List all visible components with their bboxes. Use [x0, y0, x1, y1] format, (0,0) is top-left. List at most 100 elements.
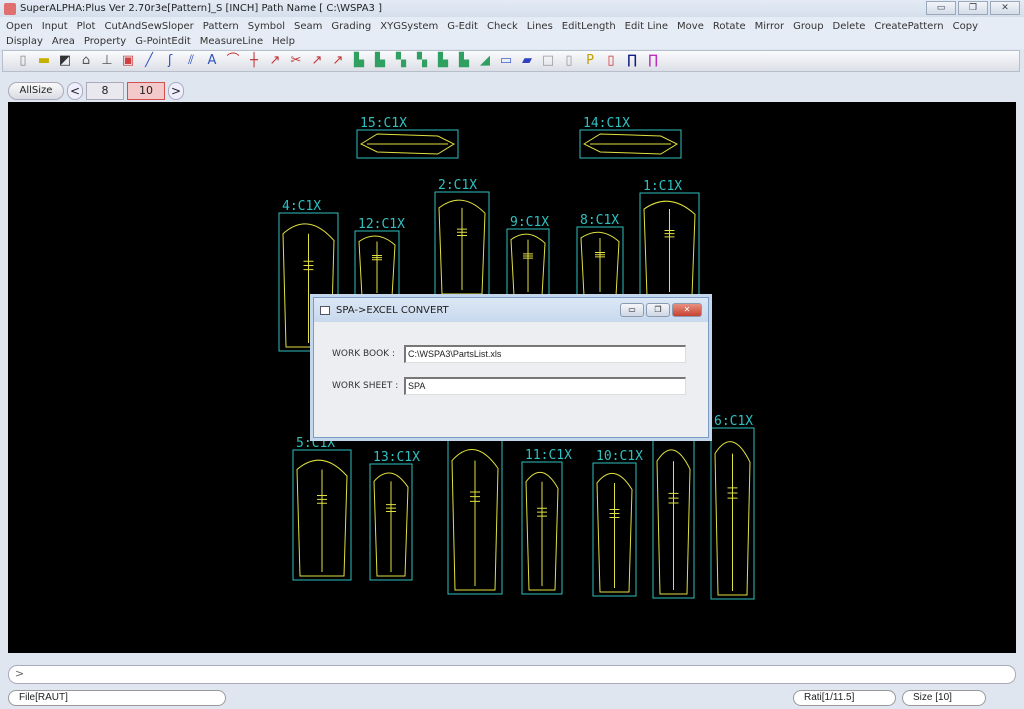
menu-display[interactable]: Display	[6, 34, 43, 49]
menu-edit-line[interactable]: Edit Line	[625, 19, 668, 34]
corner-icon[interactable]: ↗	[267, 53, 283, 69]
restore-button[interactable]: ❐	[958, 1, 988, 15]
pattern-piece[interactable]: 9:C1X	[506, 215, 550, 301]
excel-convert-dialog: SPA->EXCEL CONVERT ▭ ❐ ✕ WORK BOOK : C:\…	[313, 297, 709, 438]
menu-g-edit[interactable]: G-Edit	[447, 19, 478, 34]
menu-group[interactable]: Group	[793, 19, 823, 34]
line-icon[interactable]: ╱	[141, 53, 157, 69]
pattern-piece[interactable]	[447, 436, 503, 595]
menu-property[interactable]: Property	[84, 34, 126, 49]
menu-open[interactable]: Open	[6, 19, 33, 34]
arc-icon[interactable]: ⌒	[225, 53, 241, 69]
menu-measureline[interactable]: MeasureLine	[200, 34, 263, 49]
menu-editlength[interactable]: EditLength	[562, 19, 616, 34]
worksheet-input[interactable]: SPA	[404, 377, 686, 395]
menu-check[interactable]: Check	[487, 19, 518, 34]
plotter-icon[interactable]: ⌂	[78, 53, 94, 69]
pattern-piece[interactable]	[652, 436, 695, 599]
piece-5-icon[interactable]: ▙	[435, 53, 451, 69]
menu-input[interactable]: Input	[42, 19, 68, 34]
book-icon[interactable]: ▯	[561, 53, 577, 69]
pattern-piece[interactable]: 10:C1X	[592, 449, 643, 597]
piece-4-icon[interactable]: ▚	[414, 53, 430, 69]
status-file: File[RAUT]	[8, 690, 226, 706]
menu-mirror[interactable]: Mirror	[755, 19, 784, 34]
pac-icon[interactable]: P	[582, 53, 598, 69]
parallel-line-icon[interactable]: ⫽	[183, 53, 199, 69]
pattern-piece[interactable]: 8:C1X	[576, 213, 624, 301]
next-size-button[interactable]: >	[168, 82, 184, 100]
status-size: Size [10]	[902, 690, 986, 706]
eraser-icon[interactable]: ◢	[477, 53, 493, 69]
pattern-piece[interactable]: 15:C1X	[356, 116, 459, 159]
menu-xygsystem[interactable]: XYGSystem	[380, 19, 438, 34]
pattern-piece[interactable]: 2:C1X	[434, 178, 490, 299]
menu-rotate[interactable]: Rotate	[713, 19, 746, 34]
piece-icon[interactable]: ▙	[351, 53, 367, 69]
page-icon[interactable]: ▣	[120, 53, 136, 69]
pattern-piece[interactable]: 11:C1X	[521, 448, 572, 595]
pattern-piece[interactable]: 6:C1X	[710, 414, 755, 600]
pattern-outline-icon[interactable]: ∏	[624, 53, 640, 69]
grain-line	[386, 481, 396, 572]
grain-line	[609, 482, 620, 588]
window-icon[interactable]: ▭	[498, 53, 514, 69]
pattern-piece[interactable]: 14:C1X	[579, 116, 682, 159]
menu-move[interactable]: Move	[677, 19, 704, 34]
dialog-minimize-button[interactable]: ▭	[620, 303, 644, 317]
dialog-close-button[interactable]: ✕	[672, 303, 702, 317]
menu-seam[interactable]: Seam	[294, 19, 322, 34]
menu-grading[interactable]: Grading	[331, 19, 371, 34]
prev-size-button[interactable]: <	[67, 82, 83, 100]
pattern-color-icon[interactable]: ∏	[645, 53, 661, 69]
allsize-button[interactable]: AllSize	[8, 82, 64, 100]
piece-6-icon[interactable]: ▙	[456, 53, 472, 69]
menu-plot[interactable]: Plot	[77, 19, 96, 34]
grain-line	[523, 239, 533, 292]
menu-delete[interactable]: Delete	[833, 19, 866, 34]
menu-createpattern[interactable]: CreatePattern	[874, 19, 943, 34]
text-icon[interactable]: A	[204, 53, 220, 69]
menu-help[interactable]: Help	[272, 34, 295, 49]
status-ratio: Rati[1/11.5]	[793, 690, 896, 706]
digitizer-icon[interactable]: ⊥	[99, 53, 115, 69]
grain-line	[470, 460, 480, 586]
piece-2-icon[interactable]: ▙	[372, 53, 388, 69]
menu-pattern[interactable]: Pattern	[203, 19, 239, 34]
piece-label: 6:C1X	[714, 414, 753, 429]
pattern-piece[interactable]: 13:C1X	[369, 450, 420, 581]
close-button[interactable]: ✕	[990, 1, 1020, 15]
curve-icon[interactable]: ʃ	[162, 53, 178, 69]
menu-cutandsewsloper[interactable]: CutAndSewSloper	[104, 19, 193, 34]
piece-label: 14:C1X	[583, 116, 630, 131]
dialog-title: SPA->EXCEL CONVERT	[336, 304, 449, 316]
pattern-piece[interactable]: 12:C1X	[354, 217, 405, 302]
grain-line	[664, 209, 675, 292]
workbook-input[interactable]: C:\WSPA3\PartsList.xls	[404, 345, 686, 363]
save-disk-icon[interactable]: ◩	[57, 53, 73, 69]
size-10-button[interactable]: 10	[127, 82, 165, 100]
dialog-restore-button[interactable]: ❐	[646, 303, 670, 317]
menu-g-pointedit[interactable]: G-PointEdit	[135, 34, 191, 49]
command-input[interactable]: >	[8, 665, 1016, 684]
grain-line	[595, 237, 605, 292]
arrow-icon[interactable]: ↗	[309, 53, 325, 69]
scissors-icon[interactable]: ✂	[288, 53, 304, 69]
arrow-2-icon[interactable]: ↗	[330, 53, 346, 69]
menu-area[interactable]: Area	[52, 34, 75, 49]
new-icon[interactable]: ▯	[15, 53, 31, 69]
open-folder-icon[interactable]: ▬	[36, 53, 52, 69]
piece-3-icon[interactable]: ▚	[393, 53, 409, 69]
file-red-icon[interactable]: ▯	[603, 53, 619, 69]
minimize-button[interactable]: ▭	[926, 1, 956, 15]
menu-symbol[interactable]: Symbol	[248, 19, 285, 34]
blank-icon[interactable]: □	[540, 53, 556, 69]
size-8-button[interactable]: 8	[86, 82, 124, 100]
pattern-piece[interactable]: 1:C1X	[639, 179, 700, 301]
cross-icon[interactable]: ┼	[246, 53, 262, 69]
menu-copy[interactable]: Copy	[953, 19, 978, 34]
menu-lines[interactable]: Lines	[527, 19, 553, 34]
piece-label: 9:C1X	[510, 215, 549, 230]
pattern-piece[interactable]: 5:C1X	[292, 436, 352, 581]
layers-icon[interactable]: ▰	[519, 53, 535, 69]
